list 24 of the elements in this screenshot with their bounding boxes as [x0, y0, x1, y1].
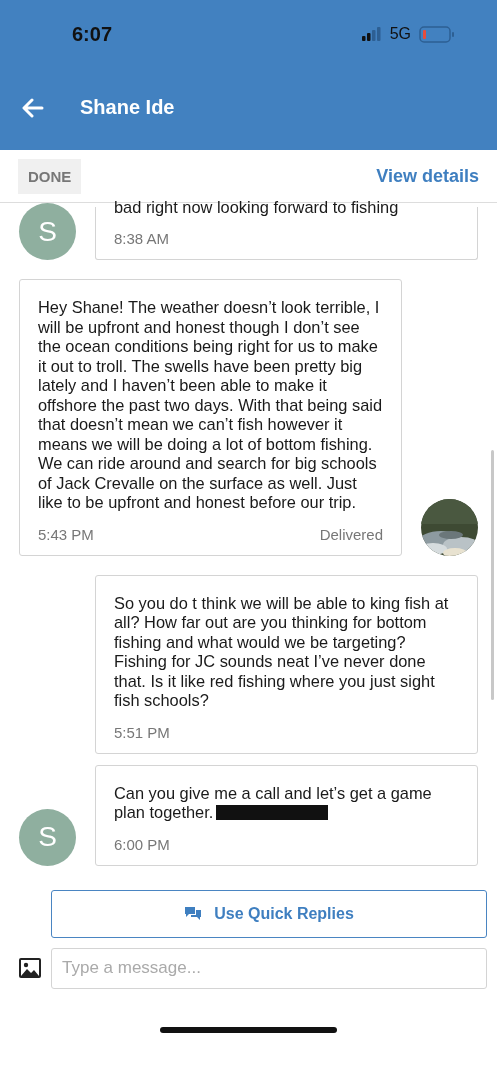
status-time: 6:07 — [72, 22, 113, 46]
back-arrow-icon — [22, 97, 44, 118]
view-details-link[interactable]: View details — [376, 165, 479, 187]
message-time: 5:43 PM — [38, 525, 94, 543]
delivery-status: Delivered — [319, 525, 383, 543]
chat-bubbles-icon — [184, 906, 203, 921]
message-text: Hey Shane! The weather doesn’t look terrible, I will be upfront and honest though I don’t see the ocean conditions being right for us to make it out to troll. The swells have been pretty big lately and I haven’t been able to make it offshore the past two days. With that being said that doesn’t mean we can’t fish however it means we will be doing a lot of bottom fishing. We can ride around and search for big schools of Jack Crevalle on the surface as well. Just like to be upfront and honest before our trip. — [38, 298, 383, 513]
battery-icon — [419, 25, 455, 43]
quick-replies-button[interactable]: Use Quick Replies — [51, 889, 487, 938]
message-input[interactable]: Type a message... — [51, 947, 487, 989]
message-text: Can you give me a call and let’s get a game plan together. — [114, 783, 433, 823]
avatar: S — [19, 203, 76, 260]
avatar: S — [19, 808, 76, 866]
signal-icon — [361, 27, 382, 41]
message-time: 8:38 AM — [114, 230, 170, 247]
image-icon[interactable] — [18, 957, 42, 979]
contact-name: Shane Ide — [80, 96, 175, 119]
done-button[interactable]: DONE — [18, 158, 82, 194]
back-button[interactable] — [22, 97, 44, 118]
message-text: bad right now looking forward to fishing — [114, 197, 400, 217]
message-time: 6:00 PM — [114, 835, 170, 853]
network-label: 5G — [389, 25, 411, 43]
message-text: So you do t think we will be able to king fish at all? How far out are you thinking for bottom fishing and what would we be targeting? Fishing for JC sounds neat I’ve never done that. Is it like red fishing where you just sight fish schools? — [114, 593, 450, 711]
message-time: 5:51 PM — [114, 723, 170, 741]
